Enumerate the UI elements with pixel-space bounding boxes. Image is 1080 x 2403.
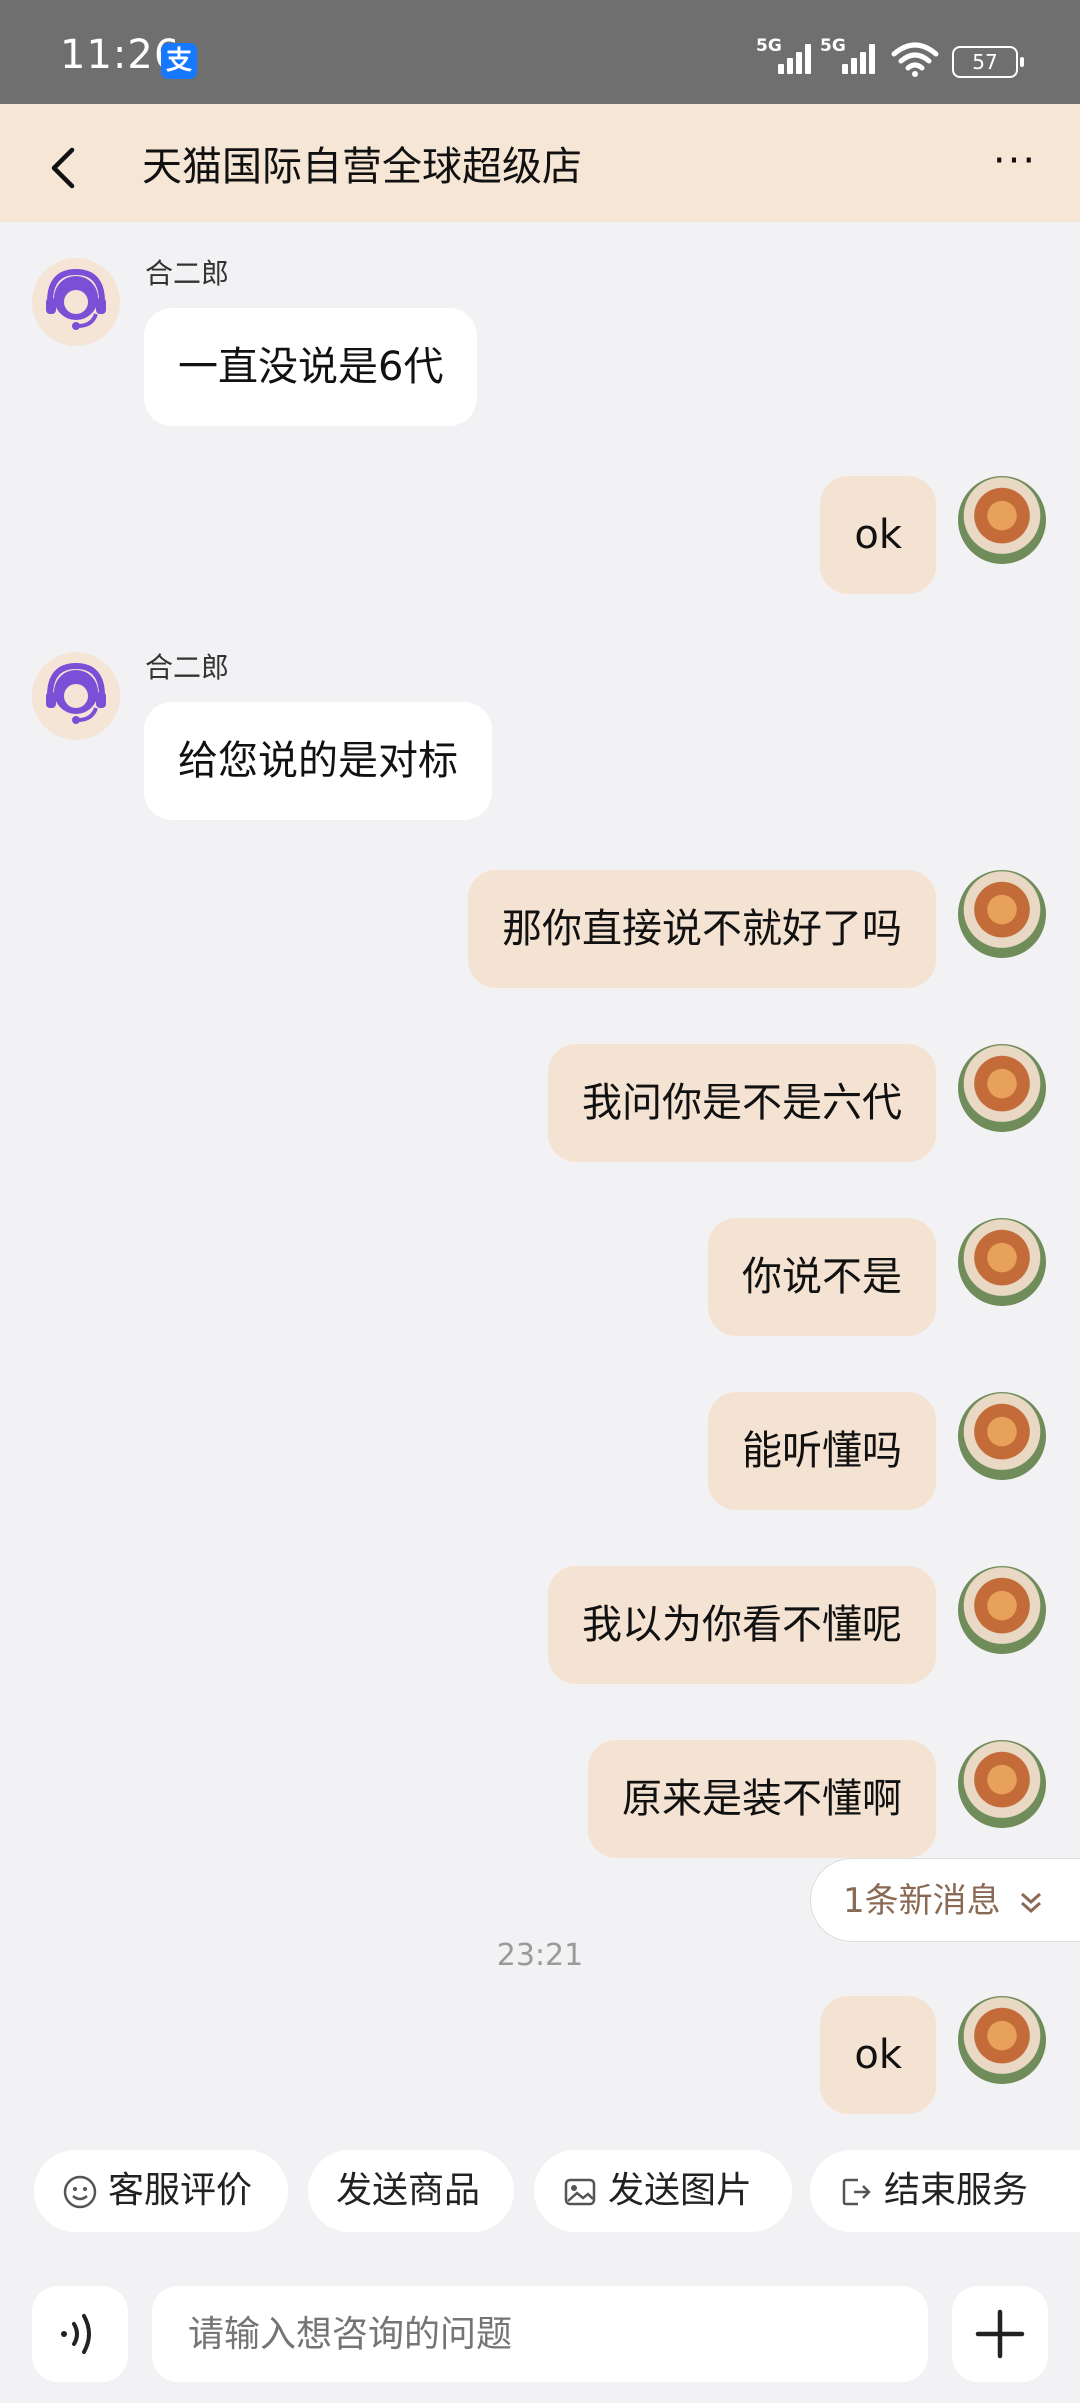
chat-header: 天猫国际自营全球超级店 ··· xyxy=(0,104,1080,222)
status-bar: 11:26 支 5G 5G 57 xyxy=(0,0,1080,104)
message-bubble-outgoing[interactable]: ok xyxy=(820,1996,936,2114)
double-chevron-down-icon xyxy=(1021,1892,1042,1913)
user-avatar[interactable] xyxy=(958,870,1046,958)
cellular-signal-icon-2: 5G xyxy=(820,36,880,74)
send-image-label: 发送图片 xyxy=(608,2170,753,2211)
user-avatar[interactable] xyxy=(958,1044,1046,1132)
cellular-signal-icon: 5G xyxy=(756,36,816,74)
plus-icon xyxy=(975,2309,1025,2359)
message-bubble-incoming[interactable]: 给您说的是对标 xyxy=(144,702,492,820)
more-attachments-button[interactable] xyxy=(952,2286,1048,2382)
send-product-label: 发送商品 xyxy=(336,2170,481,2211)
headset-agent-icon xyxy=(46,268,106,330)
sender-name: 合二郎 xyxy=(145,257,230,290)
send-product-button[interactable]: 发送商品 xyxy=(308,2150,514,2232)
chat-message-list[interactable]: 合二郎 一直没说是6代 ok 合二郎 给您说的是对标 那你直接说不就好了吗 我问… xyxy=(0,222,1080,2142)
voice-input-button[interactable] xyxy=(32,2286,128,2382)
alipay-icon: 支 xyxy=(161,43,197,79)
message-bubble-outgoing[interactable]: 我以为你看不懂呢 xyxy=(548,1566,936,1684)
user-avatar[interactable] xyxy=(958,1566,1046,1654)
more-options-icon[interactable]: ··· xyxy=(980,138,1050,198)
rate-service-button[interactable]: 客服评价 xyxy=(34,2150,288,2232)
message-bubble-outgoing[interactable]: 那你直接说不就好了吗 xyxy=(468,870,936,988)
smiley-icon xyxy=(63,2175,97,2209)
wifi-icon xyxy=(891,42,939,77)
rate-service-label: 客服评价 xyxy=(108,2170,253,2211)
battery-icon: 57 xyxy=(952,46,1024,78)
image-icon xyxy=(564,2178,596,2206)
end-service-button[interactable]: 结束服务 xyxy=(810,2150,1080,2232)
send-image-button[interactable]: 发送图片 xyxy=(534,2150,792,2232)
headset-agent-icon xyxy=(46,662,106,724)
message-bubble-outgoing[interactable]: 我问你是不是六代 xyxy=(548,1044,936,1162)
new-message-pill[interactable]: 1条新消息 xyxy=(810,1858,1080,1942)
message-bubble-outgoing[interactable]: 原来是装不懂啊 xyxy=(588,1740,936,1858)
end-service-label: 结束服务 xyxy=(884,2170,1029,2211)
sender-name: 合二郎 xyxy=(145,651,230,684)
user-avatar[interactable] xyxy=(958,1218,1046,1306)
message-timestamp: 23:21 xyxy=(496,1938,584,1973)
message-bubble-outgoing[interactable]: 你说不是 xyxy=(708,1218,936,1336)
agent-avatar[interactable] xyxy=(32,258,120,346)
new-message-label: 1条新消息 xyxy=(843,1881,1001,1921)
message-input-bar xyxy=(0,2282,1080,2403)
user-avatar[interactable] xyxy=(958,1996,1046,2084)
message-bubble-outgoing[interactable]: ok xyxy=(820,476,936,594)
user-avatar[interactable] xyxy=(958,476,1046,564)
voice-wave-icon xyxy=(61,2314,91,2354)
user-avatar[interactable] xyxy=(958,1740,1046,1828)
page-title: 天猫国际自营全球超级店 xyxy=(142,144,582,190)
user-avatar[interactable] xyxy=(958,1392,1046,1480)
message-bubble-outgoing[interactable]: 能听懂吗 xyxy=(708,1392,936,1510)
message-bubble-incoming[interactable]: 一直没说是6代 xyxy=(144,308,478,426)
agent-avatar[interactable] xyxy=(32,652,120,740)
exit-icon xyxy=(842,2178,871,2206)
message-input[interactable] xyxy=(152,2286,928,2382)
back-arrow-icon[interactable] xyxy=(34,138,94,198)
